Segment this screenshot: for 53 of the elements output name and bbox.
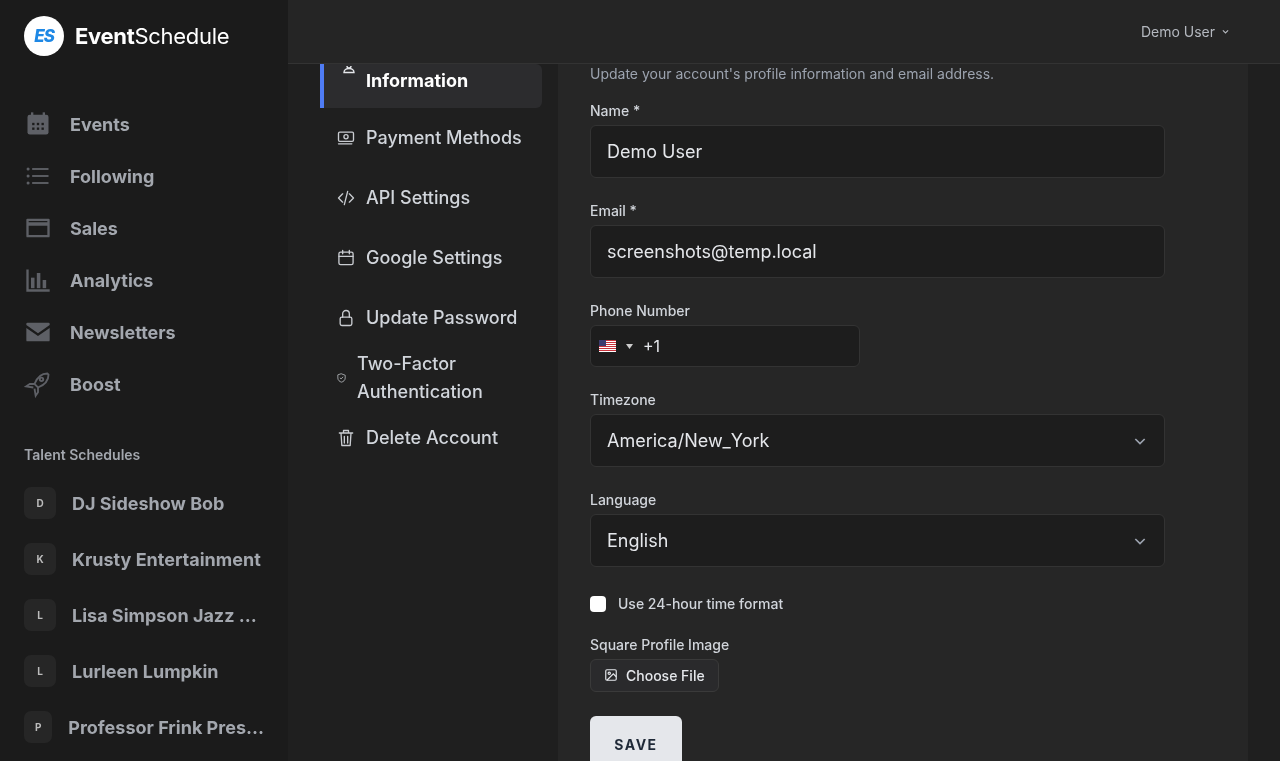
nav-item[interactable]: Sales [24,202,264,254]
user-icon [342,64,356,74]
brand-name: EventSchedule [75,23,230,49]
trash-icon [336,428,356,448]
field-label: Name * [590,102,642,119]
text-field[interactable]: screenshots@temp.local [590,225,1165,278]
avatar-initial: L [24,655,56,687]
nav-item[interactable]: Following [24,150,264,202]
field-label: Square Profile Image [590,636,731,653]
shield-check-icon [336,371,348,385]
chevron-down-icon [1221,27,1230,36]
select-field[interactable]: English [590,514,1165,567]
settings-tab[interactable]: Delete Account [320,408,542,468]
settings-tab[interactable]: Update Password [320,288,542,348]
text-field[interactable]: Demo User [590,125,1165,178]
field-label: Email * [590,202,638,219]
save-button[interactable]: SAVE [590,716,682,761]
section-heading: Talent Schedules [24,446,142,463]
phone-field[interactable]: +1 [590,325,860,367]
settings-tab[interactable]: Information [320,64,542,108]
schedule-item[interactable]: L Lurleen Lumpkin [24,643,264,699]
settings-tab[interactable]: API Settings [320,168,542,228]
code-icon [336,188,356,208]
settings-tab[interactable]: Two-Factor Authentication [320,348,542,408]
choose-file-button[interactable]: Choose File [590,659,719,692]
settings-tab[interactable]: Payment Methods [320,108,542,168]
rocket-icon [24,370,52,398]
avatar-initial: L [24,599,56,631]
user-menu[interactable]: Demo User [1140,23,1230,40]
caret-icon [626,343,633,349]
avatar-initial: D [24,487,56,519]
field-label: Timezone [590,391,657,408]
section-description: Update your account's profile information and email address. [590,64,996,84]
calendar-icon [336,248,356,268]
nav-item[interactable]: Boost [24,358,264,410]
checkbox[interactable] [590,595,606,612]
nav-item[interactable]: Newsletters [24,306,264,358]
field-label: Language [590,491,658,508]
schedule-item[interactable]: P Professor Frink Pres... [24,699,264,755]
avatar-initial: P [24,711,53,743]
checkbox-label: Use 24-hour time format [618,595,784,612]
image-icon [604,668,618,683]
schedule-item[interactable]: L Lisa Simpson Jazz ... [24,587,264,643]
nav-item[interactable]: Events [24,98,264,150]
field-label: Phone Number [590,302,691,319]
logo[interactable]: ES [24,16,64,56]
avatar-initial: K [24,543,56,575]
nav-item[interactable]: Analytics [24,254,264,306]
schedule-item[interactable]: K Krusty Entertainment [24,531,264,587]
settings-tab[interactable]: Google Settings [320,228,542,288]
flag-icon [599,340,616,352]
schedule-item[interactable]: D DJ Sideshow Bob [24,475,264,531]
select-field[interactable]: America/New_York [590,414,1165,467]
